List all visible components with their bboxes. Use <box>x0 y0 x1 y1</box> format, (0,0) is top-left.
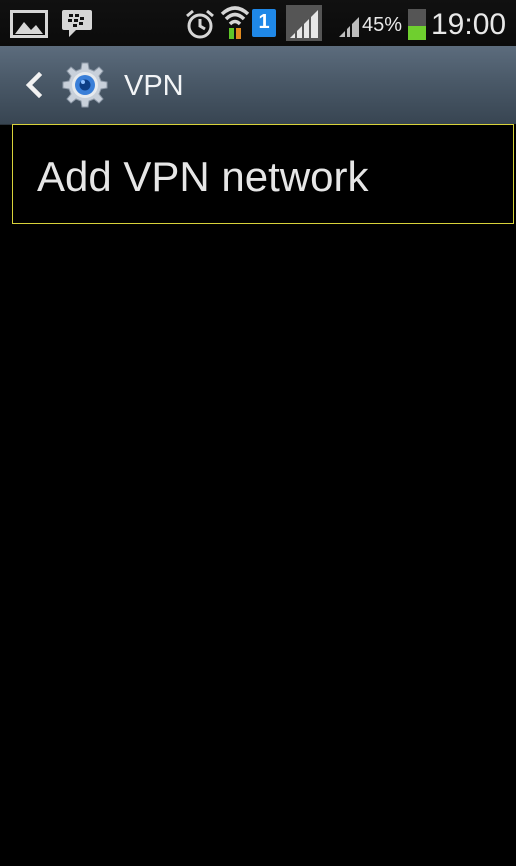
clock: 19:00 <box>431 8 507 41</box>
battery-icon <box>408 9 426 40</box>
gallery-icon <box>10 10 48 38</box>
action-bar: VPN <box>0 46 516 125</box>
chevron-left-icon[interactable] <box>22 72 46 98</box>
battery-fill <box>408 26 426 40</box>
battery-percent: 45% <box>362 14 403 36</box>
signal-icon <box>339 17 359 37</box>
page-title: VPN <box>124 70 184 102</box>
signal-icon <box>286 5 322 41</box>
vpn-list: Add VPN network <box>12 124 516 866</box>
wifi-icon <box>220 6 250 39</box>
add-vpn-network-label: Add VPN network <box>37 153 369 200</box>
signal-bars-icon <box>290 10 318 38</box>
alarm-icon <box>186 9 214 39</box>
sim-number: 1 <box>258 11 270 33</box>
status-bar: 1 45% 19:00 <box>0 0 516 46</box>
add-vpn-network-item[interactable]: Add VPN network <box>12 124 514 224</box>
sim-icon: 1 <box>252 9 276 37</box>
settings-gear-icon[interactable] <box>60 60 110 110</box>
bbm-icon <box>62 10 92 37</box>
